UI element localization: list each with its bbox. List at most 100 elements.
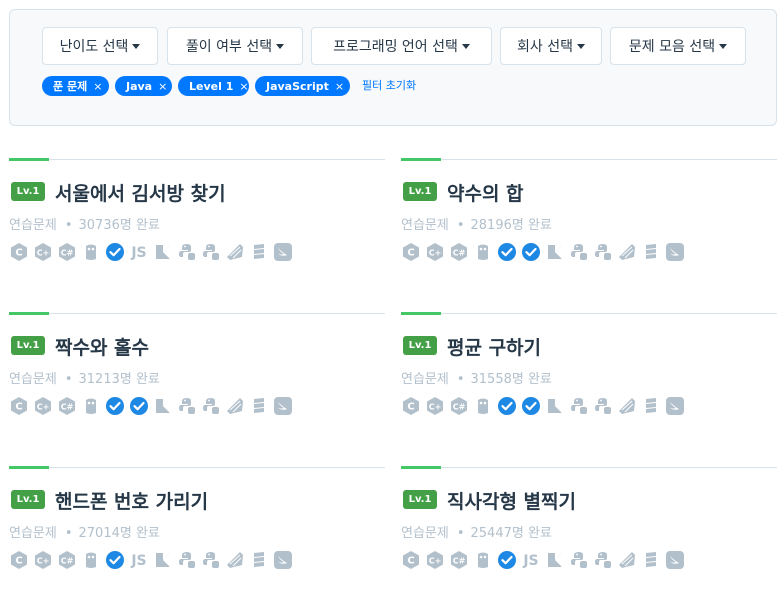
svg-text:C#: C# bbox=[61, 403, 74, 412]
cpp-icon: C+ bbox=[33, 242, 53, 262]
filter-chip-label: JavaScript bbox=[266, 79, 329, 93]
problem-category: 연습문제 bbox=[401, 526, 449, 541]
svg-text:C: C bbox=[407, 402, 414, 413]
filter-chip-label: 푼 문제 bbox=[53, 80, 88, 93]
close-icon[interactable]: × bbox=[158, 80, 167, 93]
problem-title[interactable]: 평균 구하기 bbox=[447, 333, 541, 360]
cpp-icon: C+ bbox=[425, 396, 445, 416]
reset-filters-link[interactable]: 필터 초기화 bbox=[362, 77, 416, 93]
csharp-icon: C# bbox=[449, 550, 469, 570]
check-icon bbox=[105, 396, 125, 416]
caret-down-icon bbox=[461, 43, 470, 49]
svg-text:C#: C# bbox=[453, 557, 466, 566]
csharp-icon: C# bbox=[57, 396, 77, 416]
company-dropdown-label: 회사 선택 bbox=[517, 39, 573, 55]
csharp-icon: C# bbox=[449, 396, 469, 416]
problem-category: 연습문제 bbox=[9, 372, 57, 387]
python3-icon bbox=[201, 242, 221, 262]
problem-category: 연습문제 bbox=[401, 218, 449, 233]
difficulty-dropdown[interactable]: 난이도 선택 bbox=[42, 27, 158, 65]
check-icon bbox=[129, 396, 149, 416]
card-divider bbox=[401, 313, 777, 314]
python2-icon bbox=[569, 396, 589, 416]
csharp-icon: C# bbox=[449, 242, 469, 262]
language-icons: C C+ C# JS bbox=[9, 550, 293, 570]
problem-meta: 연습문제 • 25447명 완료 bbox=[401, 522, 552, 541]
separator-dot: • bbox=[64, 372, 73, 387]
svg-text:JS: JS bbox=[130, 245, 146, 261]
problem-card[interactable]: Lv.1 직사각형 별찍기 연습문제 • 25447명 완료 C C+ C# JS bbox=[401, 466, 777, 607]
language-dropdown-label: 프로그래밍 언어 선택 bbox=[333, 39, 458, 55]
go-icon bbox=[473, 550, 493, 570]
python2-icon bbox=[569, 242, 589, 262]
close-icon[interactable]: × bbox=[93, 80, 102, 93]
problem-title[interactable]: 약수의 합 bbox=[447, 179, 524, 206]
go-icon bbox=[81, 550, 101, 570]
check-icon bbox=[105, 550, 125, 570]
c-icon: C bbox=[9, 396, 29, 416]
filter-chip-solved[interactable]: 푼 문제 × bbox=[42, 76, 109, 96]
problem-title[interactable]: 핸드폰 번호 가리기 bbox=[55, 487, 208, 514]
scala-icon bbox=[641, 242, 661, 262]
svg-text:C+: C+ bbox=[37, 249, 50, 258]
ruby-icon bbox=[225, 242, 245, 262]
js-icon: JS bbox=[129, 242, 149, 262]
svg-text:C+: C+ bbox=[429, 249, 442, 258]
problem-meta: 연습문제 • 31558명 완료 bbox=[401, 368, 552, 387]
kotlin-icon bbox=[153, 550, 173, 570]
close-icon[interactable]: × bbox=[335, 80, 344, 93]
solved-count: 27014명 완료 bbox=[78, 526, 160, 541]
collection-dropdown[interactable]: 문제 모음 선택 bbox=[610, 27, 746, 65]
close-icon[interactable]: × bbox=[239, 80, 248, 93]
c-icon: C bbox=[401, 242, 421, 262]
swift-icon bbox=[273, 550, 293, 570]
solved-count: 25447명 완료 bbox=[470, 526, 552, 541]
problem-card[interactable]: Lv.1 핸드폰 번호 가리기 연습문제 • 27014명 완료 C C+ C# JS bbox=[9, 466, 385, 607]
svg-text:C#: C# bbox=[61, 557, 74, 566]
solved-count: 31558명 완료 bbox=[470, 372, 552, 387]
language-icons: C C+ C# bbox=[9, 396, 293, 416]
problem-title[interactable]: 서울에서 김서방 찾기 bbox=[55, 179, 226, 206]
problem-title[interactable]: 짝수와 홀수 bbox=[55, 333, 149, 360]
kotlin-icon bbox=[545, 242, 565, 262]
ruby-icon bbox=[617, 396, 637, 416]
svg-text:C+: C+ bbox=[429, 403, 442, 412]
svg-text:JS: JS bbox=[522, 553, 538, 569]
problem-card[interactable]: Lv.1 약수의 합 연습문제 • 28196명 완료 C C+ C# bbox=[401, 158, 777, 299]
check-icon bbox=[497, 550, 517, 570]
collection-dropdown-label: 문제 모음 선택 bbox=[628, 39, 716, 55]
solved-count: 28196명 완료 bbox=[470, 218, 552, 233]
filter-chip-javascript[interactable]: JavaScript × bbox=[255, 76, 350, 96]
c-icon: C bbox=[9, 242, 29, 262]
language-icons: C C+ C# JS bbox=[401, 550, 685, 570]
card-accent-bar bbox=[401, 466, 441, 469]
problem-meta: 연습문제 • 31213명 완료 bbox=[9, 368, 160, 387]
problem-title[interactable]: 직사각형 별찍기 bbox=[447, 487, 576, 514]
svg-text:C+: C+ bbox=[37, 557, 50, 566]
filter-panel: 난이도 선택 풀이 여부 선택 프로그래밍 언어 선택 회사 선택 문제 모음 … bbox=[9, 9, 777, 126]
language-dropdown[interactable]: 프로그래밍 언어 선택 bbox=[311, 27, 492, 65]
kotlin-icon bbox=[153, 396, 173, 416]
ruby-icon bbox=[225, 550, 245, 570]
problem-card[interactable]: Lv.1 서울에서 김서방 찾기 연습문제 • 30736명 완료 C C+ C# JS bbox=[9, 158, 385, 299]
separator-dot: • bbox=[456, 526, 465, 541]
check-icon bbox=[521, 242, 541, 262]
solved-count: 31213명 완료 bbox=[78, 372, 160, 387]
go-icon bbox=[473, 396, 493, 416]
kotlin-icon bbox=[545, 396, 565, 416]
python3-icon bbox=[593, 242, 613, 262]
card-divider bbox=[9, 467, 385, 468]
js-icon: JS bbox=[129, 550, 149, 570]
scala-icon bbox=[249, 396, 269, 416]
filter-chip-java[interactable]: Java × bbox=[115, 76, 172, 96]
company-dropdown[interactable]: 회사 선택 bbox=[500, 27, 602, 65]
problem-card[interactable]: Lv.1 짝수와 홀수 연습문제 • 31213명 완료 C C+ C# bbox=[9, 312, 385, 453]
problem-meta: 연습문제 • 28196명 완료 bbox=[401, 214, 552, 233]
python2-icon bbox=[177, 396, 197, 416]
cpp-icon: C+ bbox=[33, 396, 53, 416]
filter-chip-level1[interactable]: Level 1 × bbox=[178, 76, 249, 96]
kotlin-icon bbox=[545, 550, 565, 570]
python3-icon bbox=[593, 396, 613, 416]
solved-status-dropdown[interactable]: 풀이 여부 선택 bbox=[167, 27, 303, 65]
problem-card[interactable]: Lv.1 평균 구하기 연습문제 • 31558명 완료 C C+ C# bbox=[401, 312, 777, 453]
